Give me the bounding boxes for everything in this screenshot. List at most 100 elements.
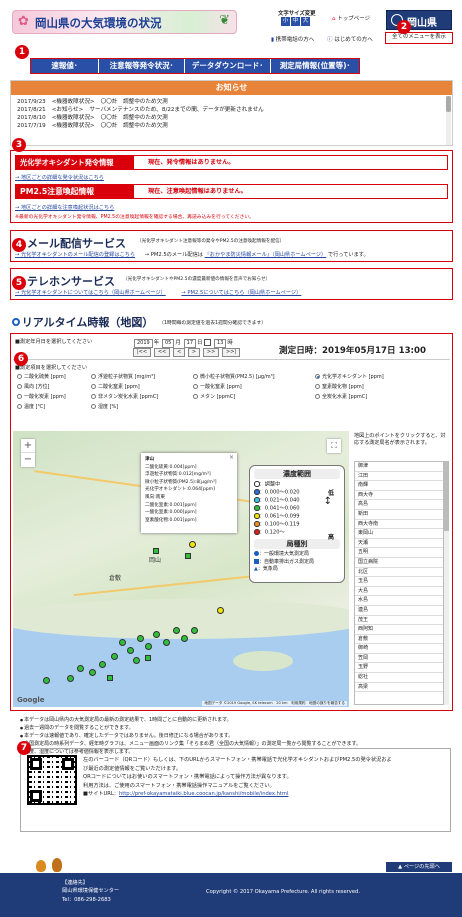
radio-button[interactable] <box>91 394 96 399</box>
year-select[interactable]: 2019 <box>134 339 153 348</box>
station-marker[interactable] <box>191 627 198 634</box>
qr-url-link[interactable]: http://pref-okayamataiki.blue.coocan.jp/… <box>119 791 288 797</box>
next-day-button[interactable]: >> <box>202 348 220 357</box>
measure-item-option[interactable]: 非メタン炭化水素 [ppmC] <box>91 393 193 400</box>
page-top-button[interactable]: ▲ ページの先頭へ <box>386 862 452 872</box>
nav-item-sokuhou[interactable]: 速報値･ <box>31 59 99 73</box>
popup-close-icon[interactable]: × <box>229 454 234 462</box>
station-list-item[interactable]: 西阿知 <box>355 625 443 635</box>
nav-item-stations[interactable]: 測定局情報(位置等)･ <box>271 59 359 73</box>
station-list-item[interactable]: 西大寺 <box>355 491 443 501</box>
ox-detail-link[interactable]: → 地区ごとの詳細な発令状況はこちら <box>15 174 104 181</box>
station-list-item[interactable]: 水島 <box>355 596 443 606</box>
station-list-scrollbar[interactable] <box>444 461 449 705</box>
next-hour-button[interactable]: > <box>187 348 201 357</box>
station-marker[interactable] <box>185 553 191 559</box>
map-area[interactable]: + − ⛶ 津山 岡山 倉敷 × 津 <box>13 431 349 707</box>
radio-button[interactable] <box>91 374 96 379</box>
station-marker[interactable] <box>189 541 196 548</box>
month-select[interactable]: 05 <box>162 339 175 348</box>
station-marker[interactable] <box>217 607 224 614</box>
station-list-item[interactable]: 総社 <box>355 673 443 683</box>
station-marker[interactable] <box>181 635 188 642</box>
radio-button[interactable] <box>315 374 320 379</box>
last-button[interactable]: >>| <box>222 348 241 357</box>
station-list-item[interactable]: 南輝 <box>355 481 443 491</box>
notice-list[interactable]: 2017/9/23 <機器故障状況> 〇〇計 調整中のため欠測 2017/8/21 <… <box>11 95 452 145</box>
station-marker[interactable] <box>119 639 126 646</box>
zoom-in-button[interactable]: + <box>21 439 35 453</box>
notice-scroll-thumb[interactable] <box>446 96 451 112</box>
radio-button[interactable] <box>193 374 198 379</box>
station-marker[interactable] <box>145 655 151 661</box>
notice-scrollbar[interactable] <box>446 96 451 145</box>
station-list[interactable]: 御津 江田 南輝 西大寺 高島 新田 西大寺南 東岡山 天瀬 五明 国立病院 北区 玉島 大島 水島 連島 茂王… <box>354 461 444 705</box>
hour-select[interactable]: 13 <box>214 339 227 348</box>
station-list-item[interactable]: 茂王 <box>355 616 443 626</box>
first-time-link[interactable]: ⓘ はじめての方へ <box>327 35 373 43</box>
measure-item-option[interactable]: 光化学オキシダント [ppm] <box>315 373 447 380</box>
measure-item-option[interactable]: 二酸化窒素 [ppm] <box>91 383 193 390</box>
day-select[interactable]: 17 <box>183 339 197 348</box>
station-list-item[interactable]: 江田 <box>355 472 443 482</box>
fullscreen-button[interactable]: ⛶ <box>327 439 341 453</box>
measure-item-option[interactable]: 一酸化窒素 [ppm] <box>193 383 315 390</box>
map-attribution[interactable]: 地図データ ©2019 Google, SK telecom 20 km 利用規… <box>202 701 347 706</box>
measure-item-option[interactable]: 風向 [方位] <box>17 383 91 390</box>
pm-detail-link[interactable]: → 地区ごとの詳細な注意喚起状況はこちら <box>15 204 114 211</box>
station-marker[interactable] <box>67 675 74 682</box>
measure-item-option[interactable]: 温度 [℃] <box>17 403 91 410</box>
radio-button[interactable] <box>91 384 96 389</box>
station-list-item[interactable]: 倉敷 <box>355 635 443 645</box>
station-list-item[interactable]: 玉島 <box>355 577 443 587</box>
radio-button[interactable] <box>193 384 198 389</box>
station-list-item[interactable]: 北区 <box>355 568 443 578</box>
station-marker[interactable] <box>153 631 160 638</box>
station-marker[interactable] <box>99 661 106 668</box>
all-menu-button[interactable]: 全てのメニューを表示 <box>385 32 453 44</box>
radio-button[interactable] <box>315 384 320 389</box>
station-list-item[interactable]: 御津 <box>355 462 443 472</box>
nav-item-warnings[interactable]: 注意報等発令状況･ <box>99 59 185 73</box>
station-list-item[interactable]: 東岡山 <box>355 529 443 539</box>
station-list-item[interactable]: 連島 <box>355 606 443 616</box>
station-list-item[interactable]: 高梁 <box>355 683 443 693</box>
radio-button[interactable] <box>17 394 22 399</box>
station-marker[interactable] <box>137 635 144 642</box>
calendar-icon[interactable] <box>204 339 212 346</box>
measure-item-option[interactable]: 全炭化水素 [ppmC] <box>315 393 447 400</box>
radio-button[interactable] <box>17 374 22 379</box>
station-list-item[interactable]: 西大寺南 <box>355 520 443 530</box>
station-list-item[interactable]: 笠岡 <box>355 654 443 664</box>
mail-pm-link[interactable]: 『おかやま防災情報メール』（岡山県ホームページ） <box>205 252 327 258</box>
measure-item-option[interactable]: 二酸化硫黄 [ppm] <box>17 373 91 380</box>
measure-item-option[interactable]: 湿度 [%] <box>91 403 193 410</box>
station-marker[interactable] <box>77 665 84 672</box>
zoom-out-button[interactable]: − <box>21 453 35 467</box>
station-scroll-thumb[interactable] <box>444 461 449 531</box>
radio-button[interactable] <box>17 404 22 409</box>
station-list-item[interactable]: 高島 <box>355 500 443 510</box>
radio-button[interactable] <box>17 384 22 389</box>
station-marker[interactable] <box>163 639 170 646</box>
nav-item-download[interactable]: データダウンロード･ <box>185 59 271 73</box>
station-marker[interactable] <box>133 657 140 664</box>
mail-ox-link[interactable]: → 光化学オキシダントのメール配信の登録はこちら <box>15 252 135 258</box>
tel-pm-link[interactable]: → PM2.5についてはこちら（岡山県ホームページ） <box>181 290 301 296</box>
pref-logo[interactable]: 岡山県 <box>386 10 452 30</box>
measure-item-option[interactable]: 窒素酸化物 [ppm] <box>315 383 447 390</box>
station-list-item[interactable]: 五明 <box>355 548 443 558</box>
station-marker[interactable] <box>127 647 134 654</box>
station-marker[interactable] <box>43 677 50 684</box>
measure-item-option[interactable]: メタン [ppmC] <box>193 393 315 400</box>
top-page-link[interactable]: ⌂ トップページ <box>332 14 370 22</box>
radio-button[interactable] <box>315 394 320 399</box>
radio-button[interactable] <box>193 394 198 399</box>
first-button[interactable]: |<< <box>133 348 152 357</box>
site-title-banner[interactable]: ✿ 岡山県の大気環境の状況 ❦ <box>12 10 237 34</box>
font-size-small-button[interactable]: 小 <box>281 17 290 26</box>
station-marker[interactable] <box>107 675 113 681</box>
radio-button[interactable] <box>91 404 96 409</box>
mobile-link[interactable]: ▮ 携帯電話の方へ <box>271 35 314 43</box>
tel-ox-link[interactable]: → 光化学オキシダントについてはこちら（岡山県ホームページ） <box>15 290 166 296</box>
